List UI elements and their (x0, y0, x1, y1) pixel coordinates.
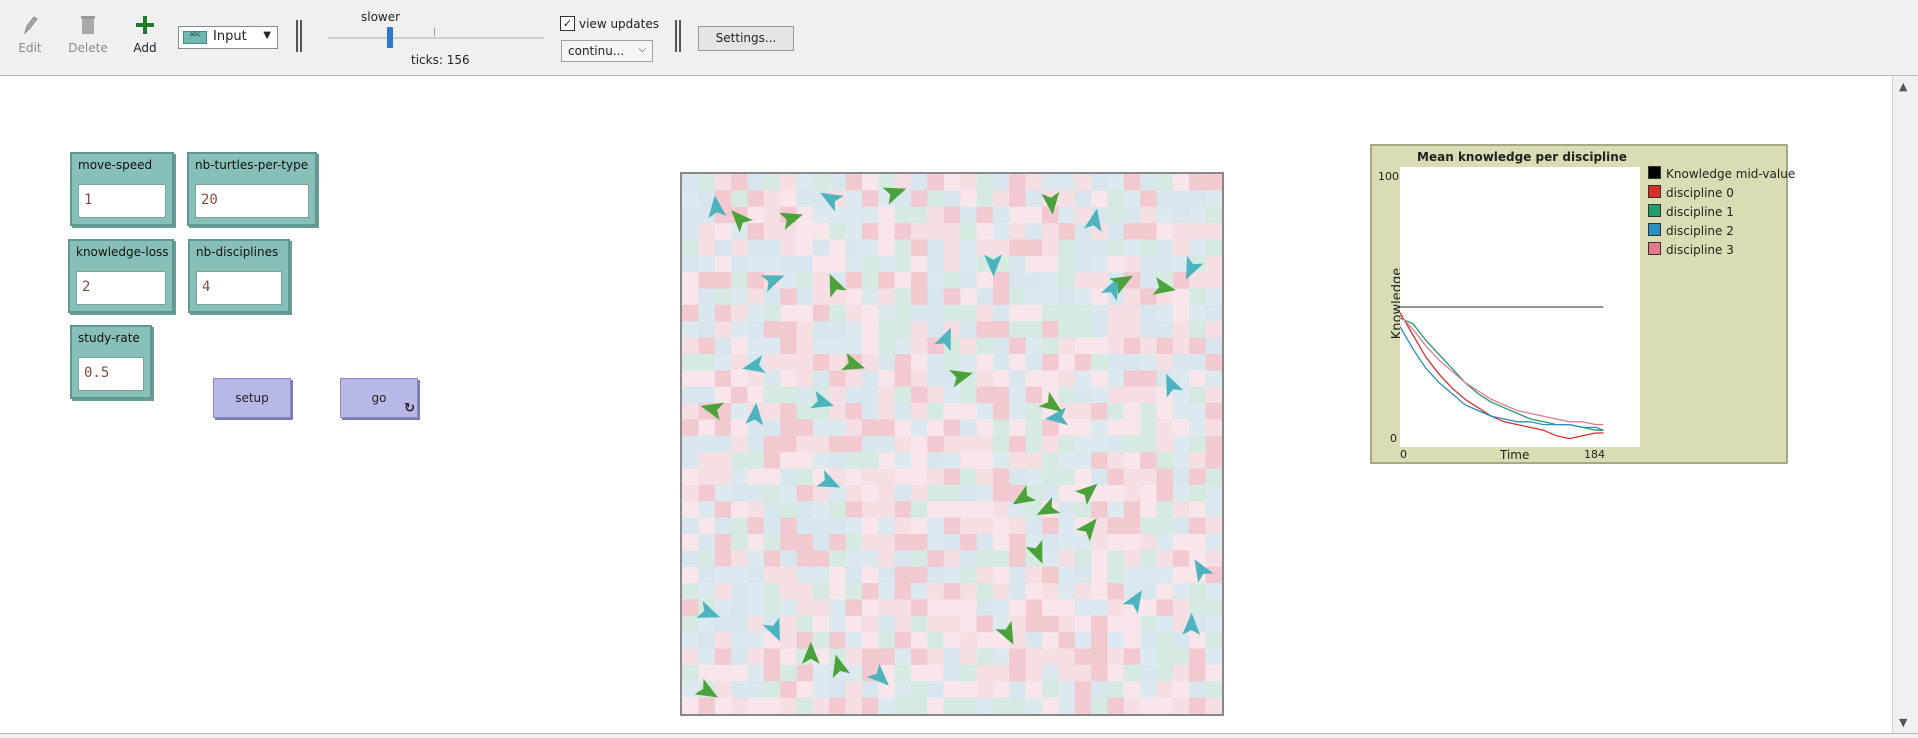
plot-area (1399, 167, 1640, 447)
update-mode-select[interactable]: continu... ⌵ (561, 40, 653, 62)
plot-x-min: 0 (1400, 448, 1407, 461)
toolbar: Edit Delete Add abc Input ▼ slower ticks… (0, 0, 1918, 76)
toolbar-separator (296, 20, 302, 52)
input-label: study-rate (78, 331, 140, 345)
legend-swatch (1648, 223, 1661, 236)
plot-title: Mean knowledge per discipline (1417, 150, 1627, 164)
input-knowledge-loss[interactable]: knowledge-loss 2 (68, 239, 174, 313)
settings-button[interactable]: Settings... (698, 26, 794, 51)
legend-label: discipline 1 (1666, 205, 1734, 219)
input-field[interactable]: 2 (76, 271, 166, 305)
input-widget-icon: abc (183, 31, 207, 44)
chevron-down-icon: ⌵ (638, 44, 646, 55)
speed-slider-tick (434, 28, 435, 36)
pencil-icon (23, 16, 38, 35)
legend-swatch (1648, 204, 1661, 217)
input-label: nb-disciplines (196, 245, 279, 259)
input-label: knowledge-loss (76, 245, 169, 259)
input-move-speed[interactable]: move-speed 1 (70, 152, 174, 226)
legend-item: discipline 0 (1648, 185, 1795, 204)
legend-swatch (1648, 242, 1661, 255)
knowledge-plot: Mean knowledge per discipline 100 0 Know… (1370, 144, 1795, 464)
input-study-rate[interactable]: study-rate 0.5 (70, 325, 152, 399)
checkbox-check-icon[interactable]: ✓ (560, 16, 575, 31)
plot-lines (1399, 306, 1604, 440)
scroll-up-icon[interactable]: ▲ (1899, 80, 1907, 93)
world-canvas (682, 174, 1222, 714)
toolbar-separator (675, 20, 681, 52)
forever-icon: ↻ (404, 401, 415, 416)
speed-slider-thumb[interactable] (387, 27, 393, 48)
input-nb-turtles-per-type[interactable]: nb-turtles-per-type 20 (187, 152, 317, 226)
plot-x-max: 184 (1584, 448, 1605, 461)
plot-series-line (1399, 314, 1604, 426)
input-nb-disciplines[interactable]: nb-disciplines 4 (188, 239, 290, 313)
input-field[interactable]: 4 (196, 271, 282, 305)
legend-item: discipline 2 (1648, 223, 1795, 242)
legend-item: discipline 1 (1648, 204, 1795, 223)
legend-label: discipline 2 (1666, 224, 1734, 238)
delete-label: Delete (68, 41, 108, 55)
legend-swatch (1648, 166, 1661, 179)
plus-icon (136, 16, 154, 34)
widget-type-value: Input (213, 29, 247, 44)
update-mode-value: continu... (568, 44, 625, 58)
plot-y-min: 0 (1390, 432, 1397, 445)
input-field[interactable]: 0.5 (78, 357, 144, 391)
world-view[interactable] (680, 172, 1224, 716)
plot-series-line (1399, 312, 1604, 440)
input-label: nb-turtles-per-type (195, 158, 309, 172)
edit-button[interactable]: Edit (5, 14, 55, 55)
scroll-down-icon[interactable]: ▼ (1899, 716, 1907, 729)
delete-button[interactable]: Delete (63, 14, 113, 55)
chevron-down-icon: ▼ (263, 30, 271, 41)
setup-button[interactable]: setup (213, 378, 291, 418)
input-field[interactable]: 20 (195, 184, 309, 218)
plot-legend: Knowledge mid-value discipline 0 discipl… (1648, 166, 1795, 261)
setup-label: setup (235, 391, 269, 405)
legend-item: Knowledge mid-value (1648, 166, 1795, 185)
add-button[interactable]: Add (120, 14, 170, 55)
ticks-counter: ticks: 156 (411, 53, 470, 67)
add-label: Add (133, 41, 157, 55)
go-label: go (371, 391, 387, 405)
speed-slider-track[interactable] (328, 37, 544, 39)
interface-canvas: move-speed 1 nb-turtles-per-type 20 know… (0, 76, 1892, 733)
input-field[interactable]: 1 (78, 184, 166, 218)
legend-swatch (1648, 185, 1661, 198)
widget-type-select[interactable]: abc Input ▼ (178, 26, 278, 49)
speed-label: slower (361, 10, 401, 24)
plot-y-max: 100 (1378, 170, 1399, 183)
legend-label: discipline 3 (1666, 243, 1734, 257)
input-label: move-speed (78, 158, 153, 172)
legend-label: Knowledge mid-value (1666, 167, 1796, 181)
plot-x-label: Time (1500, 448, 1530, 462)
legend-item: discipline 3 (1648, 242, 1795, 261)
edit-label: Edit (18, 41, 42, 55)
trash-icon (81, 16, 95, 34)
view-updates-checkbox[interactable]: ✓ view updates (560, 16, 659, 32)
horizontal-scrollbar[interactable] (0, 733, 1918, 738)
view-updates-label: view updates (579, 17, 659, 31)
legend-label: discipline 0 (1666, 186, 1734, 200)
plot-series-line (1399, 326, 1604, 431)
go-button[interactable]: go ↻ (340, 378, 418, 418)
vertical-scrollbar[interactable]: ▲ ▼ (1892, 76, 1918, 733)
